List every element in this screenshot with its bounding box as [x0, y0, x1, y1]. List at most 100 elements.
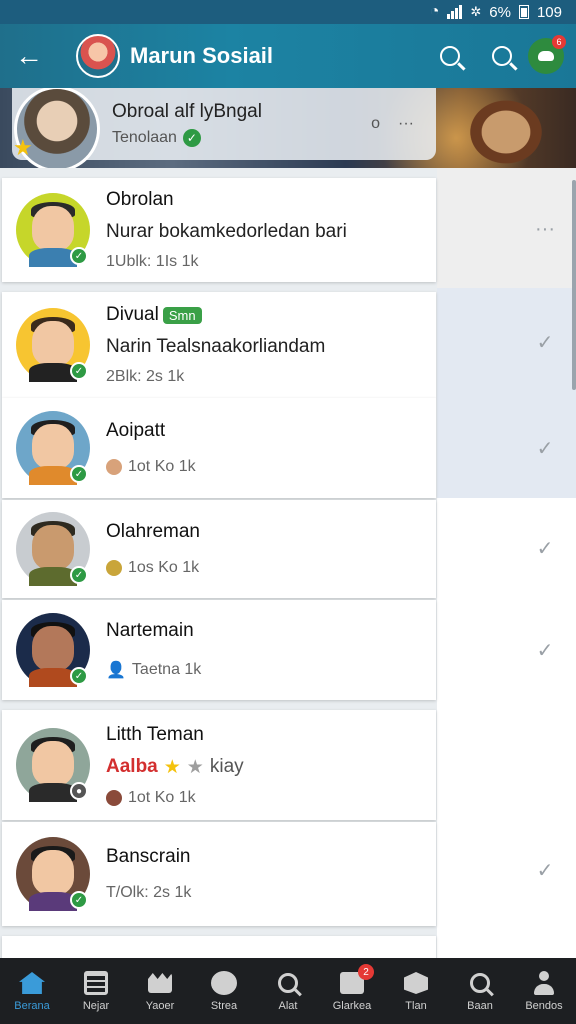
chat-icon: [538, 51, 554, 61]
offline-status-icon: ●: [70, 782, 88, 800]
nav-item-box[interactable]: Tlan: [384, 958, 448, 1024]
chat-bubble-icon: [211, 971, 237, 995]
nav-badge: 2: [358, 964, 374, 980]
top-app-bar: ← Marun Sosiail 6: [0, 24, 576, 88]
star-icon: ★: [13, 135, 33, 160]
battery-percent: 6%: [489, 3, 511, 21]
chat-list-item[interactable]: ✓ Banscrain T/Olk: 2s 1k: [2, 822, 436, 926]
nav-item-bag[interactable]: Yaoer: [128, 958, 192, 1024]
signal-icon: [447, 5, 463, 19]
search-icon: [440, 46, 460, 66]
status-badge: Smn: [162, 306, 202, 324]
rating-note: kiay: [209, 756, 244, 777]
chat-meta: 1ot Ko 1k: [128, 458, 196, 475]
header-banner: ★ Obroal alf lyBngal Tenolaan ✓ o ···: [0, 88, 576, 168]
chat-list-item[interactable]: ✓ Aoipatt 1ot Ko 1k: [2, 398, 436, 498]
featured-avatar: ★: [13, 88, 100, 168]
list-side-pane: [437, 168, 576, 958]
chat-list-item[interactable]: ✓ Obrolan Nurar bokamkedorledan bari 1Ub…: [2, 178, 436, 282]
nav-item-profile[interactable]: Bendos: [512, 958, 576, 1024]
nav-label: Bendos: [525, 1000, 563, 1012]
search-button-secondary[interactable]: [476, 24, 528, 88]
featured-chat-card[interactable]: ★ Obroal alf lyBngal Tenolaan ✓ o ···: [12, 88, 436, 168]
nav-item-search-2[interactable]: Baan: [448, 958, 512, 1024]
chat-meta: T/Olk: 2s 1k: [106, 884, 192, 901]
app-title: Marun Sosiail: [130, 43, 274, 68]
read-check-icon: ✓: [536, 438, 554, 460]
nav-label: Berana: [14, 1000, 50, 1012]
star-icon: ★: [163, 756, 181, 778]
online-status-icon: ✓: [70, 362, 88, 380]
chat-list-item[interactable]: ● Litth Teman Aalba ★ ★ kiay 1ot Ko 1k: [2, 710, 436, 820]
clock: 109: [536, 3, 562, 21]
bag-icon: [148, 973, 172, 993]
featured-title: Obroal alf lyBngal: [112, 101, 262, 122]
chat-meta: 1ot Ko 1k: [128, 788, 196, 806]
chat-list: ✓ Obrolan Nurar bokamkedorledan bari 1Ub…: [0, 168, 576, 976]
avatar: ✓: [16, 837, 90, 911]
chat-meta: Taetna 1k: [131, 661, 202, 678]
nav-label: Tlan: [405, 1000, 427, 1012]
bottom-navigation: Berana Nejar Yaoer Strea Alat 2 Glarkea …: [0, 958, 576, 1024]
avatar: ✓: [16, 193, 90, 267]
chat-name: Aoipatt: [106, 420, 166, 441]
read-check-icon: ✓: [536, 332, 554, 354]
grid-icon: [84, 971, 108, 995]
status-bar: ◔ ✲ 6% 109: [0, 0, 576, 24]
mini-avatar-icon: [106, 789, 122, 806]
nav-item-search[interactable]: Alat: [256, 958, 320, 1024]
avatar: ✓: [16, 411, 90, 485]
chat-preview: Narin Tealsnaakorliandam: [106, 336, 326, 357]
star-empty-icon: ★: [186, 756, 204, 778]
rating-label: Aalba: [106, 756, 158, 777]
chat-list-item[interactable]: ✓ Olahreman 1os Ko 1k: [2, 500, 436, 598]
chat-name: Nartemain: [106, 620, 194, 641]
nav-item-gift[interactable]: 2 Glarkea: [320, 958, 384, 1024]
chat-list-item[interactable]: ✓ Divual Smn Narin Tealsnaakorliandam 2Bl…: [2, 292, 436, 398]
nav-item-home[interactable]: Berana: [0, 958, 64, 1024]
chat-preview: Nurar bokamkedorledan bari: [106, 221, 347, 242]
home-icon: [19, 972, 45, 994]
search-button[interactable]: [424, 24, 476, 88]
notification-button[interactable]: 6: [528, 35, 566, 74]
search-icon: [470, 973, 490, 993]
chat-list-item[interactable]: ✓ Nartemain 👤 Taetna 1k: [2, 600, 436, 700]
avatar: ✓: [16, 308, 90, 382]
nav-label: Glarkea: [332, 1000, 372, 1012]
back-button[interactable]: ←: [0, 24, 58, 88]
online-status-icon: ✓: [70, 667, 88, 685]
chat-name: Obrolan: [106, 189, 174, 210]
banner-character-image: [456, 88, 556, 168]
app-avatar[interactable]: [76, 34, 120, 78]
chat-name: Divual: [106, 304, 159, 325]
read-check-icon: ✓: [536, 860, 554, 882]
chat-name: Banscrain: [106, 846, 191, 867]
chat-meta: 1Ublk: 1Is 1k: [106, 253, 199, 270]
arrow-left-icon: ←: [15, 40, 43, 71]
featured-more-icon[interactable]: ···: [398, 115, 414, 133]
online-status-icon: ✓: [70, 247, 88, 265]
person-icon: 👤: [106, 662, 126, 679]
scrollbar[interactable]: [572, 180, 576, 390]
nav-label: Strea: [210, 1000, 238, 1012]
online-status-icon: ✓: [70, 465, 88, 483]
chat-meta: 2Blk: 2s 1k: [106, 368, 185, 385]
read-check-icon: ✓: [536, 538, 554, 560]
nav-label: Alat: [278, 1000, 298, 1012]
search-icon: [492, 46, 512, 66]
notification-badge: 6: [552, 35, 566, 49]
nav-item-chat[interactable]: Strea: [192, 958, 256, 1024]
avatar: ✓: [16, 512, 90, 586]
online-status-icon: ✓: [70, 566, 88, 584]
online-status-icon: ✓: [70, 891, 88, 909]
network-icon: ✲: [470, 4, 482, 19]
mini-avatar-icon: [106, 459, 122, 475]
app-root: ◔ ✲ 6% 109 ← Marun Sosiail 6 ★ Obroal al…: [0, 0, 576, 1024]
nav-item-grid[interactable]: Nejar: [64, 958, 128, 1024]
nav-label: Yaoer: [145, 1000, 175, 1012]
more-options-icon[interactable]: ···: [530, 218, 560, 241]
avatar: ●: [16, 728, 90, 802]
avatar: ✓: [16, 613, 90, 687]
featured-subtitle: Tenolaan: [112, 129, 177, 146]
featured-action-circle[interactable]: o: [371, 115, 380, 133]
